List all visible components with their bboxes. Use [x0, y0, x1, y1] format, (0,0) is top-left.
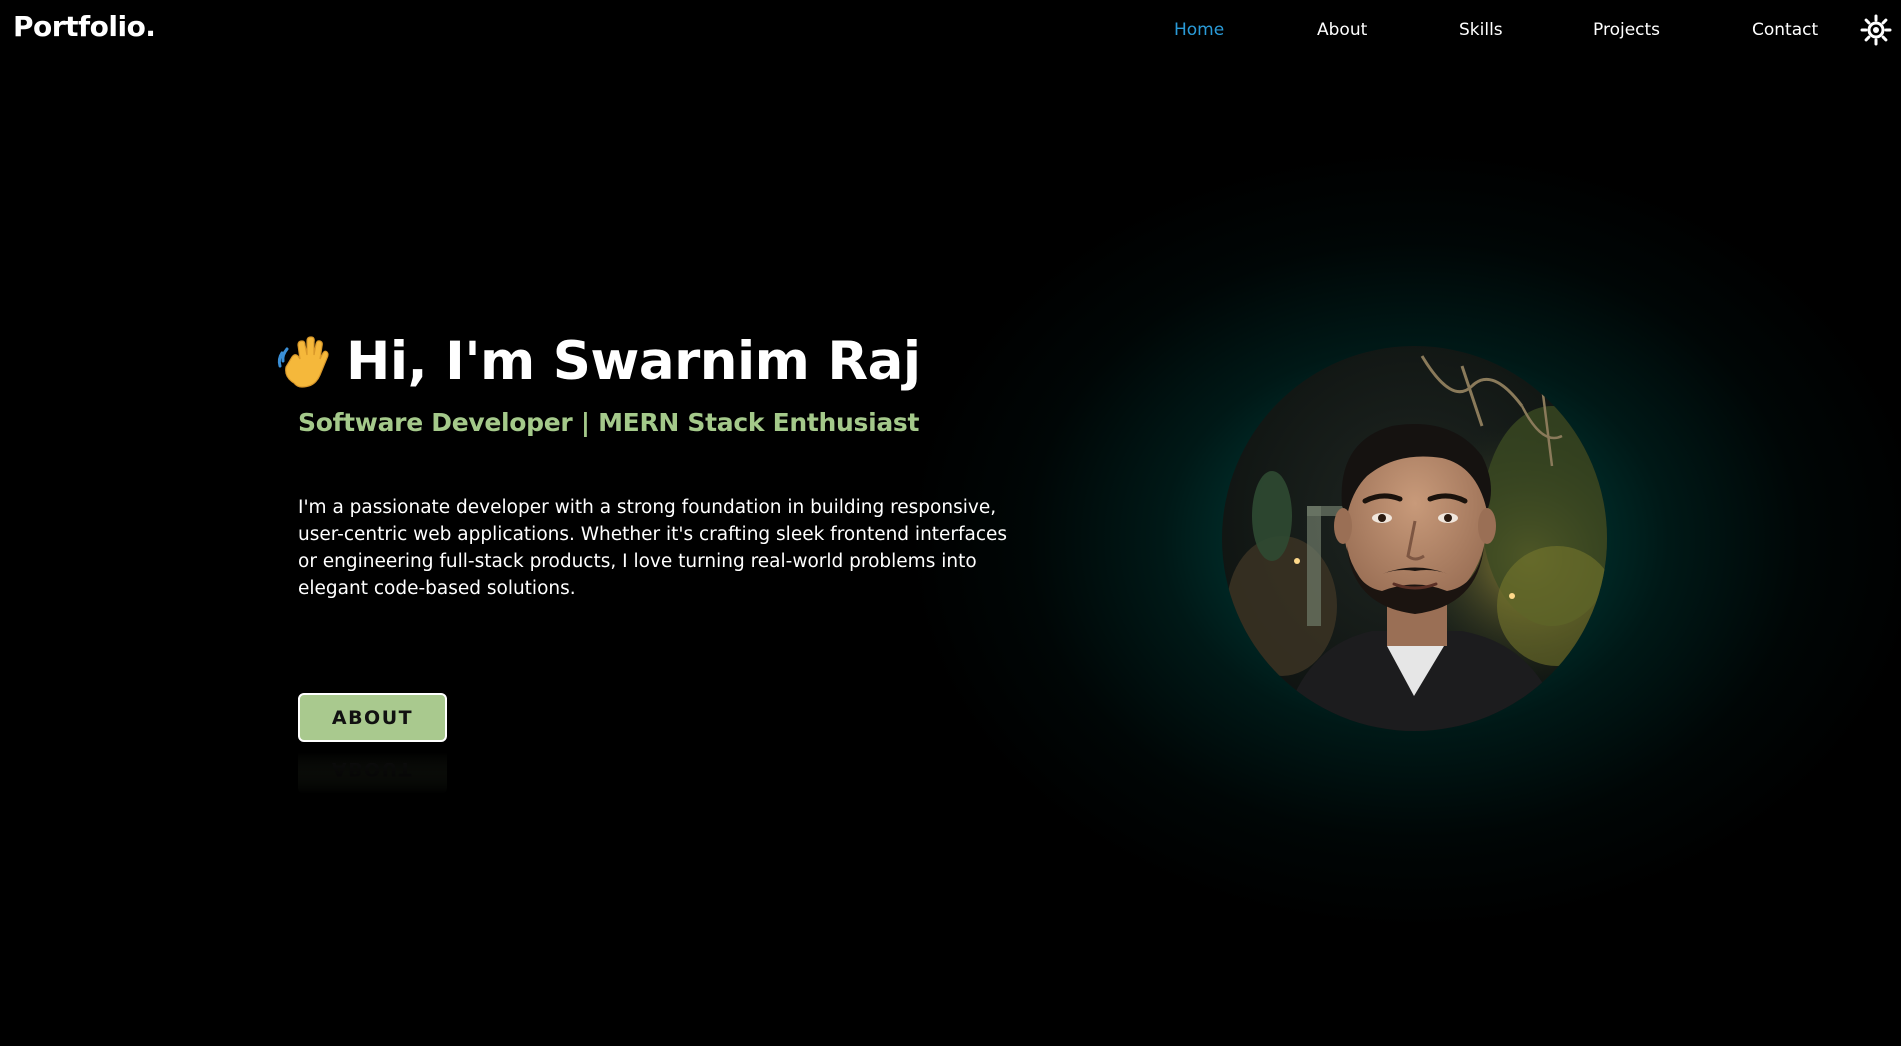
nav-link-projects[interactable]: Projects	[1593, 20, 1660, 40]
nav-link-about[interactable]: About	[1317, 20, 1367, 40]
sun-icon[interactable]	[1860, 14, 1892, 46]
nav-link-skills[interactable]: Skills	[1459, 20, 1503, 40]
page: Portfolio. Home About Skills Projects Co…	[0, 0, 1901, 1046]
profile-photo	[1222, 346, 1607, 731]
hero-title: Hi, I'm Swarnim Raj	[274, 326, 921, 396]
about-button[interactable]: ABOUT	[298, 693, 447, 742]
hero-heading: Hi, I'm Swarnim Raj	[346, 330, 921, 392]
about-button-reflection: ABOUT	[298, 745, 447, 794]
hero-bio: I'm a passionate developer with a strong…	[298, 497, 1008, 599]
main-nav: Home About Skills Projects Contact	[0, 20, 1901, 44]
hero-subtitle: Software Developer | MERN Stack Enthusia…	[298, 408, 920, 437]
nav-link-home[interactable]: Home	[1174, 20, 1224, 40]
waving-hand-icon	[274, 333, 330, 389]
nav-link-contact[interactable]: Contact	[1752, 20, 1818, 40]
